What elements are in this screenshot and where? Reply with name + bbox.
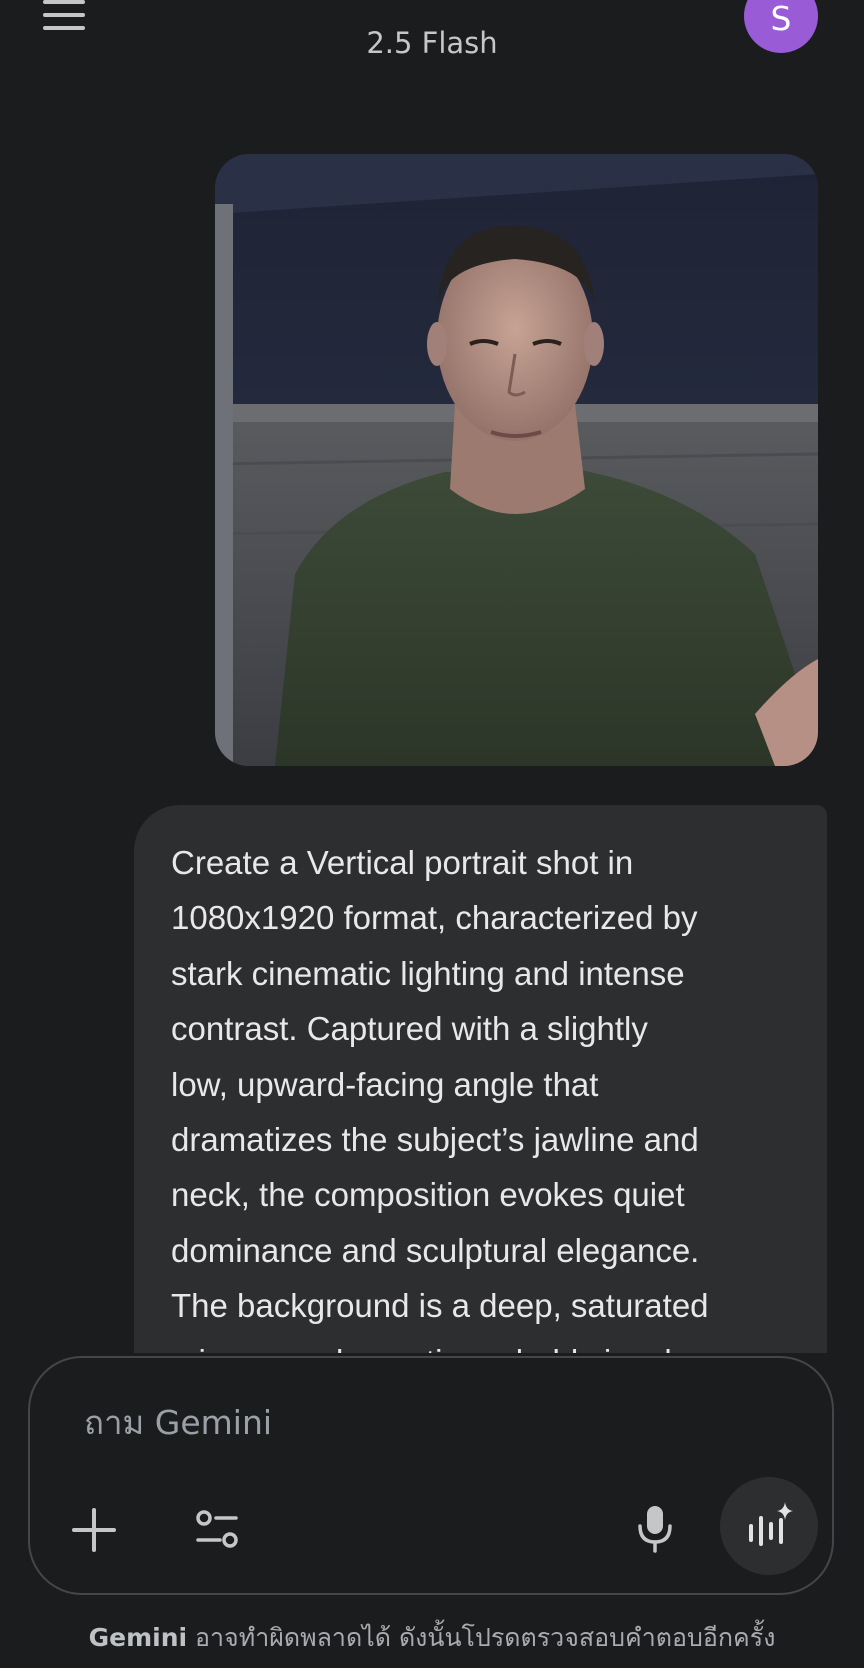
gemini-live-button[interactable]: [720, 1477, 818, 1575]
model-selector[interactable]: 2.5 Flash: [0, 26, 864, 60]
user-message-bubble: Create a Vertical portrait shot in 1080x…: [134, 805, 827, 1353]
prompt-input[interactable]: [84, 1403, 684, 1442]
disclaimer-brand: Gemini: [88, 1623, 188, 1652]
disclaimer-message: อาจทำผิดพลาดได้ ดังนั้นโปรดตรวจสอบคำตอบอ…: [187, 1623, 776, 1652]
plus-icon[interactable]: [70, 1506, 118, 1554]
uploaded-photo[interactable]: [215, 154, 818, 766]
tools-sliders-icon[interactable]: [194, 1506, 242, 1554]
gemini-live-icon: [749, 1502, 793, 1546]
disclaimer-text: Gemini อาจทำผิดพลาดได้ ดังนั้นโปรดตรวจสอ…: [0, 1618, 864, 1658]
microphone-icon[interactable]: [632, 1504, 678, 1554]
user-message-text: Create a Vertical portrait shot in 1080x…: [171, 844, 709, 1353]
prompt-input-box: [28, 1356, 834, 1595]
